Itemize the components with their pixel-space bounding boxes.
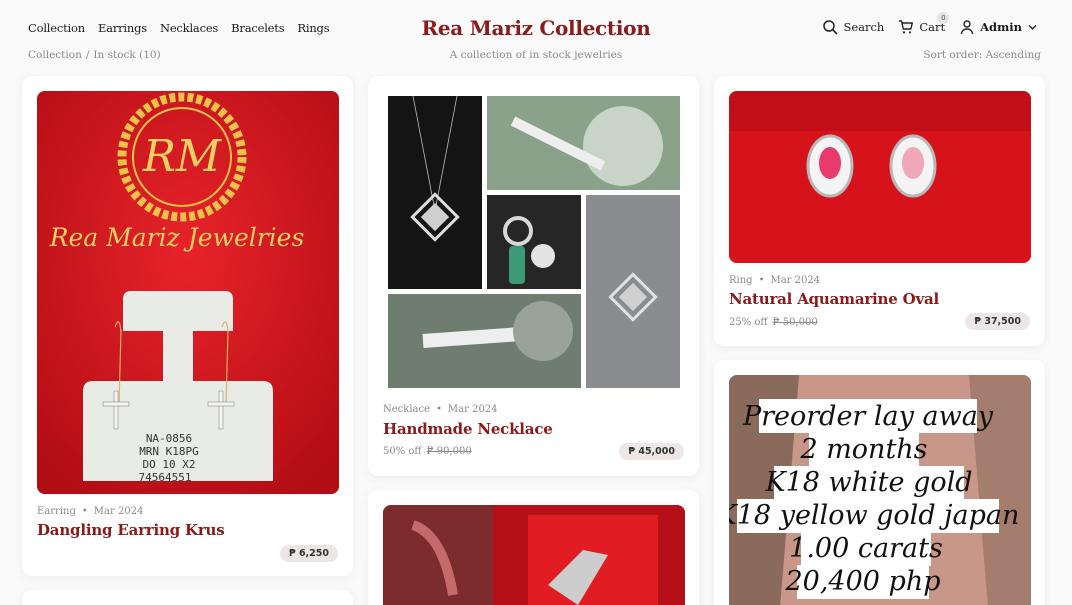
cart-icon <box>899 20 914 34</box>
product-card[interactable]: Ring • Mar 2024 Natural Aquamarine Oval … <box>714 76 1045 346</box>
product-date: Mar 2024 <box>447 404 498 415</box>
preorder-promo-photo: Preorder lay away 2 months K18 white gol… <box>729 375 1031 605</box>
top-nav: Collection Earrings Necklaces Bracelets … <box>0 0 1072 44</box>
search-label: Search <box>843 20 885 34</box>
product-category: Earring <box>37 506 76 517</box>
product-title[interactable]: Dangling Earring Krus <box>37 521 225 539</box>
preorder-line-1: Preorder lay away <box>742 401 994 432</box>
collection-tagline: A collection of in stock jewelries <box>449 49 623 61</box>
aquamarine-earring-photo <box>729 91 1031 263</box>
product-image[interactable]: RM Rea Mariz Jewelries NA-0856 MRN K18PG… <box>37 91 339 494</box>
preorder-line-3: K18 white gold <box>764 467 972 498</box>
user-icon <box>960 20 974 35</box>
original-price: ₱ 50,000 <box>772 317 818 328</box>
tag-line-4: 74564551 <box>139 471 192 484</box>
discount-label: 25% off <box>729 317 768 328</box>
cart-count-badge: 0 <box>937 12 950 24</box>
product-title[interactable]: Natural Aquamarine Oval <box>729 290 939 308</box>
preorder-line-2: 2 months <box>799 434 927 465</box>
product-meta: Ring • Mar 2024 <box>729 275 820 286</box>
tag-line-1: NA-0856 <box>146 432 192 445</box>
product-date: Mar 2024 <box>93 506 144 517</box>
product-card[interactable] <box>22 590 353 605</box>
product-card[interactable] <box>368 490 699 605</box>
price-badge: ₱ 6,250 <box>280 545 338 562</box>
product-category: Necklace <box>383 404 431 415</box>
preorder-line-5: 1.00 carats <box>789 533 943 564</box>
ring-earring-photo <box>383 505 685 605</box>
product-category: Ring <box>729 275 753 286</box>
logo-monogram: RM <box>142 131 222 182</box>
meta-dot: • <box>81 506 88 517</box>
product-pricing: 25% off ₱ 50,000 <box>729 317 818 328</box>
product-image[interactable] <box>383 91 685 391</box>
tag-line-2: MRN K18PG <box>139 445 199 458</box>
meta-dot: • <box>758 275 765 286</box>
product-image[interactable]: Preorder lay away 2 months K18 white gol… <box>729 375 1031 605</box>
product-card[interactable]: Necklace • Mar 2024 Handmade Necklace 50… <box>368 76 699 476</box>
logo-brand-text: Rea Mariz Jewelries <box>49 223 305 252</box>
product-meta: Necklace • Mar 2024 <box>383 404 498 415</box>
product-title[interactable]: Handmade Necklace <box>383 420 553 438</box>
admin-menu[interactable]: Admin <box>959 19 1038 35</box>
chevron-down-icon <box>1028 24 1037 30</box>
preorder-line-4: K18 yellow gold japan <box>729 500 1019 531</box>
product-card[interactable]: RM Rea Mariz Jewelries NA-0856 MRN K18PG… <box>22 76 353 576</box>
product-date: Mar 2024 <box>770 275 821 286</box>
product-image[interactable] <box>383 505 685 605</box>
earring-photo: RM Rea Mariz Jewelries NA-0856 MRN K18PG… <box>37 91 339 494</box>
search-button[interactable]: Search <box>822 19 884 35</box>
discount-label: 50% off <box>383 446 422 457</box>
meta-dot: • <box>436 404 442 415</box>
admin-label: Admin <box>980 20 1022 34</box>
sort-order-toggle[interactable]: Sort order: Ascending <box>923 49 1041 61</box>
search-icon <box>823 20 838 35</box>
preorder-line-6: 20,400 php <box>784 566 940 597</box>
price-badge: ₱ 45,000 <box>619 443 684 460</box>
tag-line-3: DO 10 X2 <box>143 458 196 471</box>
product-meta: Earring • Mar 2024 <box>37 506 143 517</box>
necklace-photo-collage <box>388 95 680 388</box>
price-badge: ₱ 37,500 <box>965 313 1030 330</box>
cart-button[interactable]: Cart 0 <box>898 12 950 35</box>
original-price: ₱ 90,000 <box>426 446 472 457</box>
product-pricing: 50% off ₱ 90,000 <box>383 446 472 457</box>
product-card[interactable]: Preorder lay away 2 months K18 white gol… <box>714 360 1045 605</box>
product-image[interactable] <box>729 91 1031 263</box>
